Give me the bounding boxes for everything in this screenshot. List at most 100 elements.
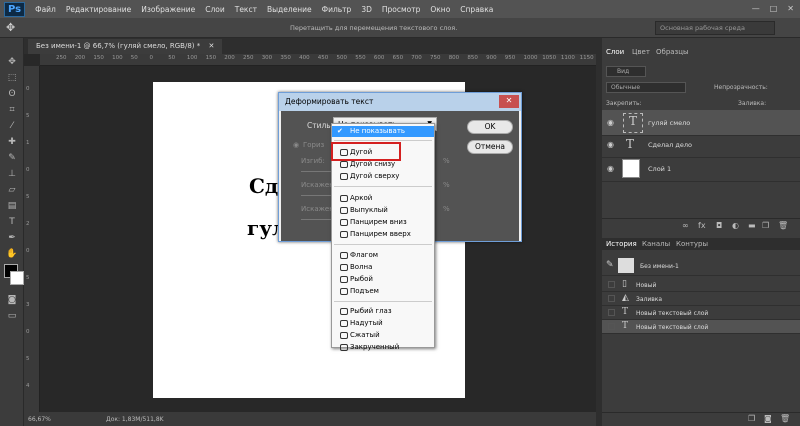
- tab-layers[interactable]: Слои: [606, 48, 624, 56]
- cancel-button[interactable]: Отмена: [467, 140, 513, 154]
- dropdown-item-shell-upper[interactable]: Панцирем вверх: [332, 229, 434, 240]
- dropdown-item-arc-upper[interactable]: Дугой сверху: [332, 171, 434, 182]
- ruler-tick-label: 800: [448, 55, 460, 61]
- dropdown-item-twist[interactable]: Закрученный: [332, 342, 434, 351]
- move-icon[interactable]: ✥: [5, 56, 19, 68]
- tab-history[interactable]: История: [606, 240, 637, 248]
- document-icon: ▯: [622, 279, 627, 289]
- crop-icon[interactable]: ⌗: [5, 104, 19, 116]
- menu-image[interactable]: Изображение: [141, 5, 195, 14]
- hand-icon[interactable]: ✋: [5, 248, 19, 260]
- screen-mode-icon[interactable]: ▭: [5, 310, 19, 322]
- history-item[interactable]: T Новый текстовый слой: [602, 306, 800, 320]
- trash-icon[interactable]: 🗑: [780, 414, 790, 423]
- gradient-icon[interactable]: ▤: [5, 200, 19, 212]
- mask-icon[interactable]: ◘: [716, 221, 722, 230]
- history-item[interactable]: ▯ Новый: [602, 278, 800, 292]
- history-source-box[interactable]: [608, 295, 615, 302]
- tab-paths[interactable]: Контуры: [676, 240, 708, 248]
- dropdown-item-inflate[interactable]: Надутый: [332, 318, 434, 329]
- marquee-icon[interactable]: ⬚: [5, 72, 19, 84]
- stamp-icon[interactable]: ⊥: [5, 168, 19, 180]
- visibility-eye-icon[interactable]: ◉: [607, 118, 614, 127]
- arc-upper-icon: [340, 173, 348, 180]
- tab-color[interactable]: Цвет: [632, 48, 650, 56]
- dropdown-item-bulge[interactable]: Выпуклый: [332, 205, 434, 216]
- bend-percent: %: [443, 157, 450, 165]
- text-layer-icon: T: [626, 137, 635, 151]
- minimize-icon[interactable]: —: [752, 4, 760, 13]
- move-tool-icon[interactable]: ✥: [6, 21, 15, 34]
- history-item-active[interactable]: T Новый текстовый слой: [602, 320, 800, 334]
- dropdown-item-shell-lower[interactable]: Панцирем вниз: [332, 217, 434, 228]
- menu-filter[interactable]: Фильтр: [322, 5, 352, 14]
- folder-icon[interactable]: ▬: [748, 221, 756, 230]
- layer-row[interactable]: ◉ T Сделал дело: [602, 132, 800, 158]
- history-source-box[interactable]: [608, 309, 615, 316]
- background-color[interactable]: [10, 271, 24, 285]
- menu-3d[interactable]: 3D: [361, 5, 372, 14]
- history-source-box[interactable]: [608, 281, 615, 288]
- type-icon[interactable]: T: [5, 216, 19, 228]
- dropdown-item-wave[interactable]: Волна: [332, 262, 434, 273]
- menu-select[interactable]: Выделение: [267, 5, 312, 14]
- menu-help[interactable]: Справка: [460, 5, 493, 14]
- type-icon: T: [622, 321, 629, 331]
- ruler-tick-label: 850: [467, 55, 478, 61]
- eraser-icon[interactable]: ▱: [5, 184, 19, 196]
- history-source-box[interactable]: [608, 323, 615, 330]
- rise-icon: [340, 288, 348, 295]
- ruler-tick-label: 0: [149, 55, 154, 61]
- adjustment-icon[interactable]: ◐: [732, 221, 739, 230]
- brush-icon[interactable]: ✎: [5, 152, 19, 164]
- menu-file[interactable]: Файл: [35, 5, 56, 14]
- dropdown-item-flag[interactable]: Флагом: [332, 250, 434, 261]
- layer-row[interactable]: ◉ Слой 1: [602, 156, 800, 182]
- fx-icon[interactable]: fx: [698, 221, 706, 230]
- history-item[interactable]: ◭ Заливка: [602, 292, 800, 306]
- ok-button[interactable]: OK: [467, 120, 513, 134]
- document-tab[interactable]: Без имени-1 @ 66,7% (гуляй смело, RGB/8)…: [28, 39, 223, 54]
- dropdown-item-squeeze[interactable]: Сжатый: [332, 330, 434, 341]
- layer-kind-filter[interactable]: Вид: [606, 66, 646, 77]
- lasso-icon[interactable]: ʘ: [5, 88, 19, 100]
- tab-swatches[interactable]: Образцы: [656, 48, 689, 56]
- new-layer-icon[interactable]: ❐: [762, 221, 769, 230]
- lock-label: Закрепить:: [606, 100, 642, 107]
- trash-icon[interactable]: 🗑: [778, 221, 788, 230]
- ruler-tick-label: 1: [26, 140, 30, 146]
- history-footer: ❐ ◙ 🗑: [602, 412, 800, 426]
- pen-icon[interactable]: ✒: [5, 232, 19, 244]
- dropdown-item-fisheye[interactable]: Рыбий глаз: [332, 306, 434, 317]
- history-snapshot[interactable]: ✎ Без имени-1: [602, 256, 800, 276]
- blend-mode-select[interactable]: Обычные: [606, 82, 686, 93]
- menu-layers[interactable]: Слои: [205, 5, 225, 14]
- close-tab-icon[interactable]: ✕: [208, 42, 214, 50]
- dialog-close-icon[interactable]: ✕: [499, 95, 519, 108]
- zoom-level[interactable]: 66,67%: [28, 416, 51, 423]
- new-document-icon[interactable]: ❐: [748, 414, 755, 423]
- dropdown-item-arch[interactable]: Аркой: [332, 193, 434, 204]
- snapshot-name: Без имени-1: [640, 263, 679, 270]
- tab-channels[interactable]: Каналы: [642, 240, 670, 248]
- menu-window[interactable]: Окно: [430, 5, 450, 14]
- dropdown-item-none[interactable]: ✔ Не показывать: [332, 126, 434, 137]
- visibility-eye-icon[interactable]: ◉: [607, 164, 614, 173]
- maximize-icon[interactable]: □: [770, 4, 778, 13]
- dropdown-item-fish[interactable]: Рыбой: [332, 274, 434, 285]
- healing-icon[interactable]: ✚: [5, 136, 19, 148]
- menu-type[interactable]: Текст: [235, 5, 257, 14]
- horizontal-radio-icon[interactable]: ◉: [293, 141, 299, 149]
- right-panels: [596, 38, 800, 426]
- quickmask-icon[interactable]: ◙: [5, 294, 19, 306]
- dropdown-item-rise[interactable]: Подъем: [332, 286, 434, 297]
- link-icon[interactable]: ∞: [682, 221, 689, 230]
- eyedropper-icon[interactable]: ⁄: [5, 120, 19, 132]
- layer-name: Сделал дело: [648, 141, 693, 149]
- visibility-eye-icon[interactable]: ◉: [607, 140, 614, 149]
- close-icon[interactable]: ✕: [787, 4, 794, 13]
- workspace-select[interactable]: Основная рабочая среда: [655, 21, 775, 35]
- menu-edit[interactable]: Редактирование: [66, 5, 131, 14]
- menu-view[interactable]: Просмотр: [382, 5, 421, 14]
- camera-icon[interactable]: ◙: [764, 414, 772, 423]
